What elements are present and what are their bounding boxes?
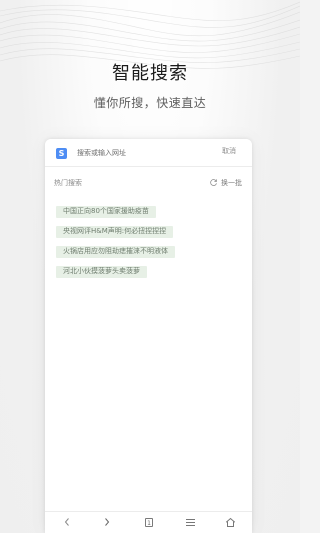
cancel-button[interactable]: 取消 xyxy=(222,147,236,155)
search-bar: S 搜索或输入网址 取消 xyxy=(45,139,252,167)
forward-icon xyxy=(105,518,110,526)
hot-search-item[interactable]: 央视网评H&M声明:何必扭捏捏捏 xyxy=(56,226,174,238)
hot-search-list: 中国正向80个国家援助疫苗 央视网评H&M声明:何必扭捏捏捏 火锅店用应勿阻劫痣… xyxy=(56,206,236,286)
tabs-icon: 1 xyxy=(145,517,153,527)
search-input[interactable]: S 搜索或输入网址 xyxy=(56,145,202,161)
page-title: 智能搜索 xyxy=(112,63,188,84)
home-icon xyxy=(225,517,235,527)
back-icon xyxy=(64,518,69,526)
bottom-navigation: 1 xyxy=(45,511,252,533)
back-button[interactable] xyxy=(60,516,74,528)
menu-button[interactable] xyxy=(183,516,197,528)
refresh-icon xyxy=(210,179,217,186)
forward-button[interactable] xyxy=(100,516,114,528)
search-placeholder: 搜索或输入网址 xyxy=(77,149,126,157)
tabs-button[interactable]: 1 xyxy=(142,516,156,528)
menu-icon xyxy=(185,518,195,526)
hot-search-item[interactable]: 河北小伙摸菠萝头卖菠萝 xyxy=(56,266,147,278)
hot-search-header: 热门搜索 换一批 xyxy=(54,179,242,189)
refresh-label: 换一批 xyxy=(221,178,242,187)
page-subtitle: 懂你所搜，快速直达 xyxy=(93,96,207,110)
hot-search-title: 热门搜索 xyxy=(54,179,82,187)
refresh-button[interactable]: 换一批 xyxy=(209,178,242,187)
hot-search-item[interactable]: 中国正向80个国家援助疫苗 xyxy=(56,206,156,218)
hot-search-item[interactable]: 火锅店用应勿阻劫痣摧涞不明液体 xyxy=(56,246,175,258)
home-button[interactable] xyxy=(223,516,237,528)
search-engine-icon: S xyxy=(56,147,67,159)
screen: 智能搜索 懂你所搜，快速直达 S 搜索或输入网址 取消 热门搜索 换一批 中国正… xyxy=(0,0,300,533)
phone-preview-card: S 搜索或输入网址 取消 热门搜索 换一批 中国正向80个国家援助疫苗 央视网评… xyxy=(45,139,252,533)
